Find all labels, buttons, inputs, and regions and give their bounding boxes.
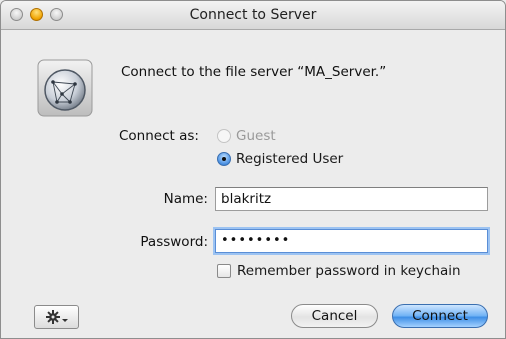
network-server-globe-icon	[35, 58, 95, 118]
radio-guest-label: Guest	[236, 128, 276, 144]
radio-registered-user-label: Registered User	[236, 151, 344, 167]
action-menu-button[interactable]	[34, 305, 79, 329]
name-label: Name:	[163, 191, 208, 207]
connect-button[interactable]: Connect	[392, 304, 488, 328]
intro-message: Connect to the file server “MA_Server.”	[121, 64, 387, 80]
password-field[interactable]: ••••••••	[215, 229, 488, 253]
radio-guest[interactable]: Guest	[217, 128, 276, 144]
remember-password-checkbox[interactable]	[217, 264, 231, 278]
remember-password-label: Remember password in keychain	[237, 263, 461, 279]
cancel-button[interactable]: Cancel	[291, 304, 378, 328]
connect-to-server-dialog: Connect to Server Connect to the file se…	[0, 0, 506, 339]
password-label: Password:	[140, 234, 208, 250]
remember-password-checkbox-row[interactable]: Remember password in keychain	[217, 263, 461, 279]
radio-guest-circle[interactable]	[217, 129, 231, 143]
name-field[interactable]: blakritz	[215, 187, 488, 211]
connect-as-label: Connect as:	[119, 128, 199, 144]
gear-icon	[45, 310, 68, 324]
title-bar[interactable]: Connect to Server	[1, 1, 505, 30]
radio-registered-user-circle[interactable]	[217, 152, 231, 166]
radio-registered-user[interactable]: Registered User	[217, 151, 343, 167]
window-title: Connect to Server	[189, 7, 317, 23]
